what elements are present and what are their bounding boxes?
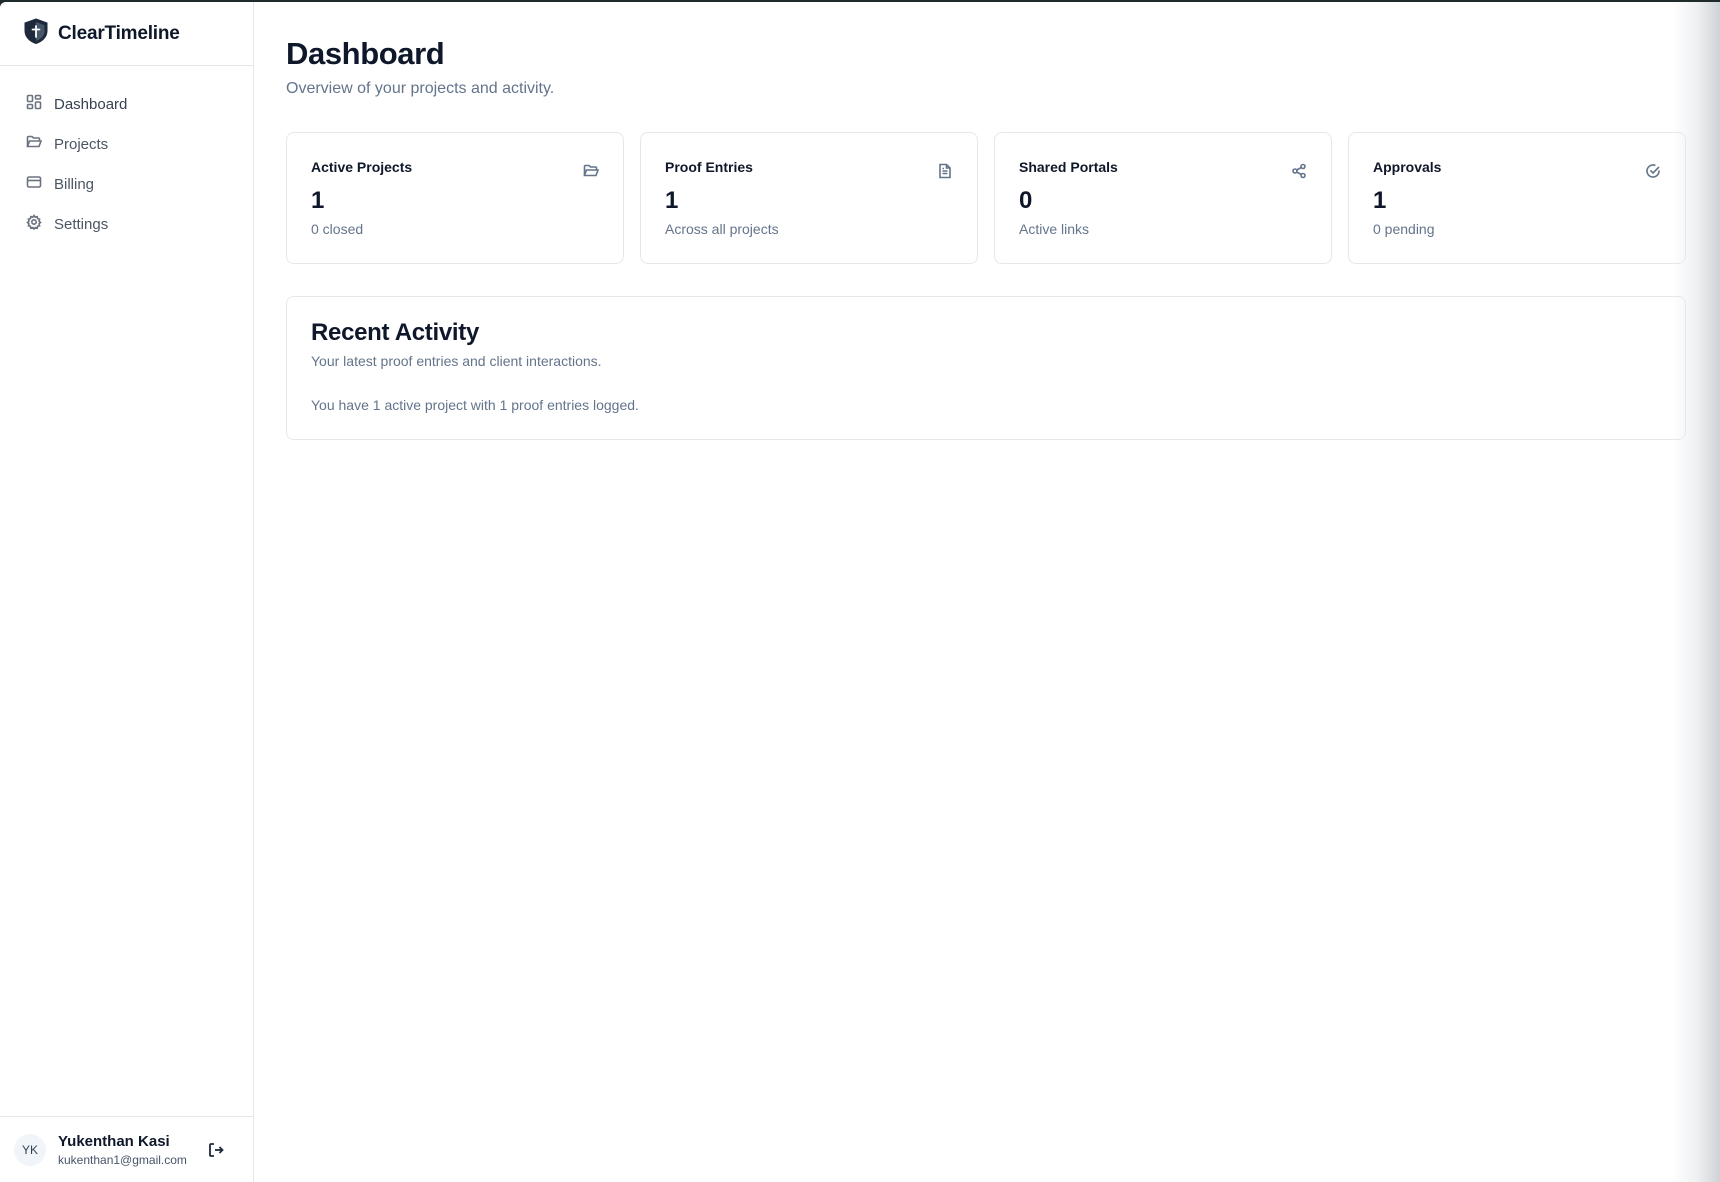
stat-subtext: 0 closed (311, 221, 364, 237)
sidebar-item-label: Projects (54, 135, 109, 153)
log-out-icon (207, 1142, 225, 1163)
stat-value: 1 (665, 187, 679, 214)
main-content: Dashboard Overview of your projects and … (286, 2, 1686, 440)
app-window: ClearTimeline Dashboard Projects Billing (0, 2, 1720, 1182)
stat-card-approvals: Approvals 1 0 pending (1348, 132, 1686, 264)
recent-activity-card: Recent Activity Your latest proof entrie… (286, 296, 1686, 440)
stat-title: Active Projects (311, 159, 413, 175)
stat-subtext: Active links (1019, 221, 1090, 237)
sidebar-item-label: Settings (54, 215, 109, 233)
stat-value: 0 (1019, 187, 1033, 214)
shield-logo-icon (22, 17, 50, 50)
credit-card-icon (26, 174, 42, 194)
stat-value: 1 (311, 187, 325, 214)
user-info: Yukenthan Kasi kukenthan1@gmail.com (58, 1133, 187, 1167)
user-panel: YK Yukenthan Kasi kukenthan1@gmail.com (0, 1116, 254, 1182)
stat-title: Approvals (1373, 159, 1442, 175)
sidebar-item-dashboard[interactable]: Dashboard (0, 84, 253, 124)
sidebar-item-billing[interactable]: Billing (0, 164, 253, 204)
folder-open-icon (26, 134, 43, 154)
brand[interactable]: ClearTimeline (0, 2, 253, 66)
sidebar-item-label: Billing (54, 175, 95, 193)
sidebar: ClearTimeline Dashboard Projects Billing (0, 2, 254, 1182)
stat-card-active-projects: Active Projects 1 0 closed (286, 132, 624, 264)
stat-title: Shared Portals (1019, 159, 1118, 175)
app-name: ClearTimeline (58, 22, 180, 44)
user-email: kukenthan1@gmail.com (58, 1152, 187, 1167)
stat-subtext: Across all projects (665, 221, 779, 237)
stat-title: Proof Entries (665, 159, 753, 175)
check-circle-icon (1645, 163, 1661, 179)
stat-value: 1 (1373, 187, 1387, 214)
file-text-icon (937, 163, 953, 179)
page-title: Dashboard (286, 36, 445, 71)
sidebar-nav: Dashboard Projects Billing Settings (0, 66, 253, 244)
stat-card-shared-portals: Shared Portals 0 Active links (994, 132, 1332, 264)
sidebar-item-settings[interactable]: Settings (0, 204, 253, 244)
logout-button[interactable] (207, 1141, 225, 1159)
folder-open-icon (583, 163, 600, 179)
layout-dashboard-icon (26, 94, 42, 114)
activity-summary: You have 1 active project with 1 proof e… (311, 397, 639, 413)
user-name: Yukenthan Kasi (58, 1132, 170, 1150)
gear-icon (26, 214, 42, 234)
sidebar-item-label: Dashboard (54, 95, 128, 113)
share-icon (1291, 163, 1307, 179)
activity-title: Recent Activity (311, 319, 480, 346)
sidebar-item-projects[interactable]: Projects (0, 124, 253, 164)
page-subtitle: Overview of your projects and activity. (286, 80, 555, 97)
avatar[interactable]: YK (14, 1133, 46, 1166)
activity-subtitle: Your latest proof entries and client int… (311, 353, 602, 369)
stats-row: Active Projects 1 0 closed Proof Entries… (286, 132, 1686, 264)
stat-subtext: 0 pending (1373, 221, 1435, 237)
stat-card-proof-entries: Proof Entries 1 Across all projects (640, 132, 978, 264)
